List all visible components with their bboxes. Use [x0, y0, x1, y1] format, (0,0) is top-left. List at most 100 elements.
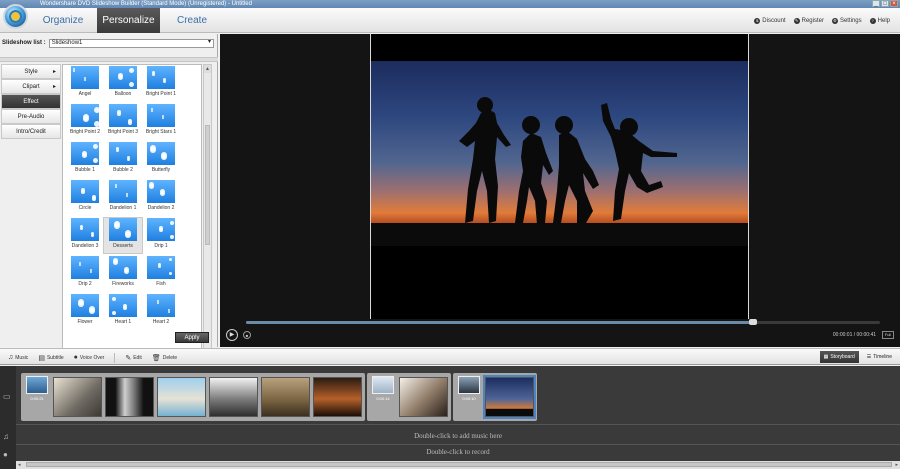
photo-clip-selected[interactable] [483, 375, 536, 419]
trash-icon: 🗑 [151, 354, 161, 362]
photo-clip[interactable] [209, 377, 258, 417]
category-pre-audio[interactable]: Pre-Audio [1, 109, 61, 124]
toolbar-divider [114, 352, 116, 363]
voice-over-button[interactable]: ● Voice Over [74, 354, 105, 361]
effect-label: Bubble 2 [113, 167, 133, 173]
register-link[interactable]: ✎ Register [793, 17, 824, 24]
effect-item[interactable]: Circle [66, 180, 104, 215]
storyboard-scrollbar[interactable]: ◂ ▸ [16, 461, 900, 469]
effect-item[interactable]: Drip 2 [66, 256, 104, 291]
effect-item[interactable]: Dandelion 2 [142, 180, 180, 215]
tab-organize[interactable]: Organize [31, 8, 95, 33]
pencil-icon: ✎ [125, 354, 132, 362]
effect-item[interactable]: Heart 2 [142, 294, 180, 329]
effect-thumbnail [71, 142, 99, 165]
preview-frame [370, 34, 749, 319]
storyboard-strip: 0:00:21 0:00:14 0:00:10 [21, 373, 537, 421]
effect-item[interactable]: Bubble 1 [66, 142, 104, 177]
effect-label: Heart 2 [152, 319, 170, 325]
slideshow-list-label: Slideshow list : [2, 40, 46, 46]
effect-thumbnail [147, 218, 175, 241]
category-clipart[interactable]: Clipart [1, 79, 61, 95]
track-divider [16, 444, 900, 445]
progress-knob[interactable] [749, 319, 758, 325]
effect-scrollbar[interactable]: ▲ ▼ [203, 64, 212, 364]
music-button[interactable]: ♫ Music [8, 354, 28, 361]
category-list: Style Clipart Effect Pre-Audio Intro/Cre… [1, 64, 61, 139]
slideshow-select[interactable]: Slideshow1 [48, 38, 214, 48]
effect-item[interactable]: Dandelion 1 [104, 180, 142, 215]
effect-item[interactable]: Balloon [104, 66, 142, 101]
effect-label: Drip 1 [154, 243, 168, 249]
microphone-icon: ● [73, 354, 78, 361]
category-style[interactable]: Style [1, 64, 61, 80]
discount-link[interactable]: $ Discount [754, 17, 786, 24]
tag-icon: $ [754, 17, 761, 24]
stop-button[interactable]: ■ [243, 331, 251, 339]
effect-item[interactable]: Drip 1 [142, 218, 180, 253]
slide-group[interactable]: 0:00:10 [453, 373, 537, 421]
player-controls: ▶ ■ 00:00:01 / 00:00:41 Full [220, 328, 900, 345]
play-button[interactable]: ▶ [226, 329, 238, 341]
effect-item[interactable]: Dandelion 3 [66, 218, 104, 253]
progress-fill [246, 321, 754, 324]
scroll-thumb[interactable] [26, 462, 892, 467]
music-track[interactable]: Double-click to add music here [16, 432, 900, 440]
scroll-thumb[interactable] [205, 125, 210, 245]
effect-item[interactable]: Fireworks [104, 256, 142, 291]
photo-clip[interactable] [261, 377, 310, 417]
track-divider [16, 424, 900, 425]
effect-item[interactable]: Bright Point 3 [104, 104, 142, 139]
voice-track[interactable]: Double-click to record [16, 448, 900, 456]
effect-item[interactable]: Bright Point 2 [66, 104, 104, 139]
slide-group[interactable]: 0:00:14 [367, 373, 451, 421]
subtitle-button[interactable]: ▤ Subtitle [38, 354, 63, 362]
delete-button[interactable]: 🗑 Delete [152, 354, 177, 362]
apply-button[interactable]: Apply [175, 332, 209, 343]
effect-thumbnail [147, 180, 175, 203]
close-button[interactable]: × [890, 0, 898, 7]
settings-link[interactable]: ⚙ Settings [831, 17, 862, 24]
effect-label: Bright Stars 1 [145, 129, 177, 135]
scroll-up-icon[interactable]: ▲ [204, 65, 211, 73]
photo-clip[interactable] [157, 377, 206, 417]
effect-item[interactable]: Fish [142, 256, 180, 291]
category-intro-credit[interactable]: Intro/Credit [1, 124, 61, 139]
effect-item[interactable]: Angel [66, 66, 104, 101]
help-link[interactable]: ? Help [869, 17, 890, 24]
playback-progress[interactable] [246, 319, 880, 325]
track-icons: ▭ ♫ ● [0, 366, 16, 469]
effect-item[interactable]: Flower [66, 294, 104, 329]
effect-thumbnail [71, 256, 99, 279]
photo-clip[interactable] [105, 377, 154, 417]
effect-item[interactable]: Desserts [103, 217, 143, 254]
photo-clip[interactable] [313, 377, 362, 417]
effect-item[interactable]: Butterfly [142, 142, 180, 177]
edit-button[interactable]: ✎ Edit [125, 354, 142, 362]
timeline-view-button[interactable]: ☰ Timeline [863, 351, 896, 363]
minimize-button[interactable]: _ [872, 0, 880, 7]
fullscreen-button[interactable]: Full [882, 331, 894, 339]
storyboard-view-button[interactable]: ▦ Storyboard [819, 351, 859, 363]
effect-item[interactable]: Bubble 2 [104, 142, 142, 177]
tab-personalize[interactable]: Personalize [97, 8, 160, 33]
effect-label: Balloon [114, 91, 132, 97]
effect-thumbnail [71, 104, 99, 127]
maximize-button[interactable]: □ [881, 0, 889, 7]
photo-clip[interactable] [53, 377, 102, 417]
scroll-left-icon[interactable]: ◂ [18, 461, 21, 469]
category-effect[interactable]: Effect [1, 94, 61, 109]
preview-player: ▶ ■ 00:00:01 / 00:00:41 Full [220, 34, 900, 347]
app-logo-icon[interactable] [3, 4, 28, 29]
effect-item[interactable]: Heart 1 [104, 294, 142, 329]
effect-label: Bright Point 2 [69, 129, 101, 135]
photo-clip[interactable] [399, 377, 448, 417]
effect-item[interactable]: Bright Point 1 [142, 66, 180, 101]
window-title: Wondershare DVD Slideshow Builder (Stand… [40, 1, 252, 7]
effect-thumbnail [109, 294, 137, 317]
scroll-right-icon[interactable]: ▸ [895, 461, 898, 469]
slide-group[interactable]: 0:00:21 [21, 373, 365, 421]
tab-create[interactable]: Create [162, 8, 222, 33]
effect-thumbnail [71, 180, 99, 203]
effect-item[interactable]: Bright Stars 1 [142, 104, 180, 139]
